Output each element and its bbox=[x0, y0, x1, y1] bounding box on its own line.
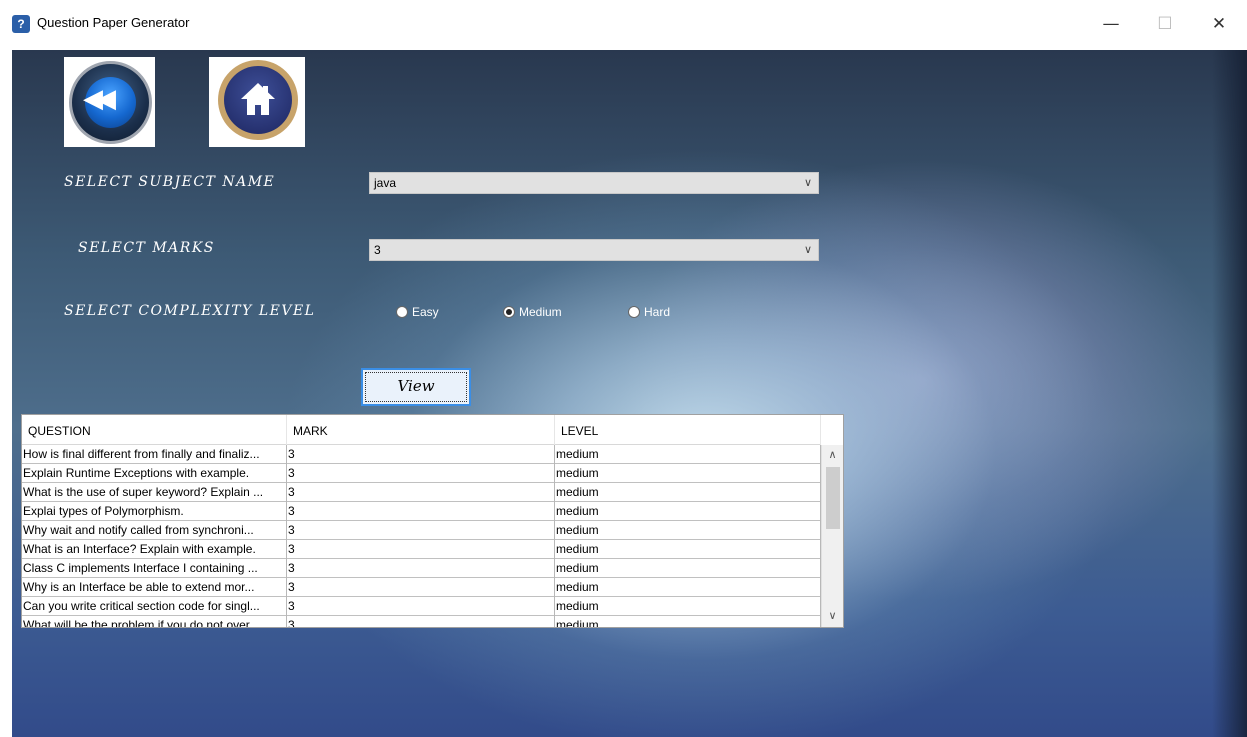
radio-medium[interactable]: Medium bbox=[503, 305, 562, 321]
cell-mark: 3 bbox=[287, 464, 555, 483]
table-body: How is final different from finally and … bbox=[22, 445, 821, 627]
cell-mark: 3 bbox=[287, 559, 555, 578]
cell-level: medium bbox=[555, 540, 821, 559]
cell-mark: 3 bbox=[287, 483, 555, 502]
cell-level: medium bbox=[555, 597, 821, 616]
cell-level: medium bbox=[555, 578, 821, 597]
scroll-down-icon[interactable]: ∨ bbox=[822, 607, 843, 625]
subject-select[interactable]: java ∨ bbox=[369, 172, 819, 194]
cell-level: medium bbox=[555, 502, 821, 521]
cell-question: Can you write critical section code for … bbox=[22, 597, 287, 616]
title-bar: ? Question Paper Generator — ☐ ✕ bbox=[0, 0, 1247, 50]
house-glyph bbox=[241, 83, 275, 115]
column-header-level[interactable]: LEVEL bbox=[555, 415, 821, 445]
table-row[interactable]: Why wait and notify called from synchron… bbox=[22, 521, 821, 540]
cell-level: medium bbox=[555, 445, 821, 464]
cell-mark: 3 bbox=[287, 502, 555, 521]
vertical-scrollbar[interactable]: ∧ ∨ bbox=[821, 445, 843, 627]
cell-level: medium bbox=[555, 464, 821, 483]
cell-question: Why is an Interface be able to extend mo… bbox=[22, 578, 287, 597]
table-row[interactable]: What will be the problem if you do not o… bbox=[22, 616, 821, 627]
table-row[interactable]: How is final different from finally and … bbox=[22, 445, 821, 464]
cell-question: How is final different from finally and … bbox=[22, 445, 287, 464]
cell-question: Why wait and notify called from synchron… bbox=[22, 521, 287, 540]
view-button[interactable]: View bbox=[361, 368, 471, 406]
table-row[interactable]: Can you write critical section code for … bbox=[22, 597, 821, 616]
cell-level: medium bbox=[555, 616, 821, 627]
radio-indicator bbox=[628, 306, 640, 318]
cell-mark: 3 bbox=[287, 578, 555, 597]
home-button[interactable] bbox=[209, 57, 305, 147]
chevron-down-icon: ∨ bbox=[803, 177, 812, 189]
question-icon: ? bbox=[12, 15, 30, 33]
table-row[interactable]: Why is an Interface be able to extend mo… bbox=[22, 578, 821, 597]
subject-value: java bbox=[374, 176, 397, 190]
cell-question: What will be the problem if you do not o… bbox=[22, 616, 287, 627]
scroll-thumb[interactable] bbox=[826, 467, 840, 529]
column-header-question[interactable]: QUESTION bbox=[22, 415, 287, 445]
subject-label: SELECT SUBJECT NAME bbox=[64, 174, 276, 190]
cell-question: What is the use of super keyword? Explai… bbox=[22, 483, 287, 502]
complexity-label: SELECT COMPLEXITY LEVEL bbox=[64, 303, 316, 319]
column-header-mark[interactable]: MARK bbox=[287, 415, 555, 445]
cell-mark: 3 bbox=[287, 445, 555, 464]
cell-question: Explain Runtime Exceptions with example. bbox=[22, 464, 287, 483]
rewind-arrows: ◀◀ bbox=[83, 84, 116, 114]
scroll-up-icon[interactable]: ∧ bbox=[822, 445, 843, 463]
table-row[interactable]: What is an Interface? Explain with examp… bbox=[22, 540, 821, 559]
cell-question: Explai types of Polymorphism. bbox=[22, 502, 287, 521]
chevron-down-icon: ∨ bbox=[803, 244, 812, 256]
cell-level: medium bbox=[555, 483, 821, 502]
cell-question: Class C implements Interface I containin… bbox=[22, 559, 287, 578]
rewind-icon bbox=[69, 61, 152, 144]
main-panel: ◀◀ SELECT SUBJECT NAME java ∨ SELECT MAR… bbox=[12, 50, 1247, 737]
cell-level: medium bbox=[555, 521, 821, 540]
questions-table[interactable]: QUESTION MARK LEVEL How is final differe… bbox=[21, 414, 844, 628]
minimize-button[interactable]: — bbox=[1088, 8, 1134, 40]
marks-label: SELECT MARKS bbox=[78, 240, 215, 256]
table-row[interactable]: What is the use of super keyword? Explai… bbox=[22, 483, 821, 502]
radio-indicator bbox=[396, 306, 408, 318]
table-row[interactable]: Explain Runtime Exceptions with example.… bbox=[22, 464, 821, 483]
table-row[interactable]: Explai types of Polymorphism. 3 medium bbox=[22, 502, 821, 521]
radio-easy-label: Easy bbox=[412, 305, 439, 319]
radio-indicator bbox=[503, 306, 515, 318]
cell-mark: 3 bbox=[287, 540, 555, 559]
table-header: QUESTION MARK LEVEL bbox=[22, 415, 821, 445]
window-title: Question Paper Generator bbox=[37, 15, 190, 30]
cell-question: What is an Interface? Explain with examp… bbox=[22, 540, 287, 559]
maximize-button[interactable]: ☐ bbox=[1142, 8, 1188, 40]
cell-mark: 3 bbox=[287, 616, 555, 627]
back-button[interactable]: ◀◀ bbox=[64, 57, 155, 147]
marks-select[interactable]: 3 ∨ bbox=[369, 239, 819, 261]
cell-level: medium bbox=[555, 559, 821, 578]
cell-mark: 3 bbox=[287, 597, 555, 616]
radio-hard-label: Hard bbox=[644, 305, 671, 319]
radio-easy[interactable]: Easy bbox=[396, 305, 439, 321]
close-button[interactable]: ✕ bbox=[1196, 8, 1242, 40]
cell-mark: 3 bbox=[287, 521, 555, 540]
radio-medium-label: Medium bbox=[519, 305, 562, 319]
radio-hard[interactable]: Hard bbox=[628, 305, 670, 321]
marks-value: 3 bbox=[374, 243, 381, 257]
table-row[interactable]: Class C implements Interface I containin… bbox=[22, 559, 821, 578]
